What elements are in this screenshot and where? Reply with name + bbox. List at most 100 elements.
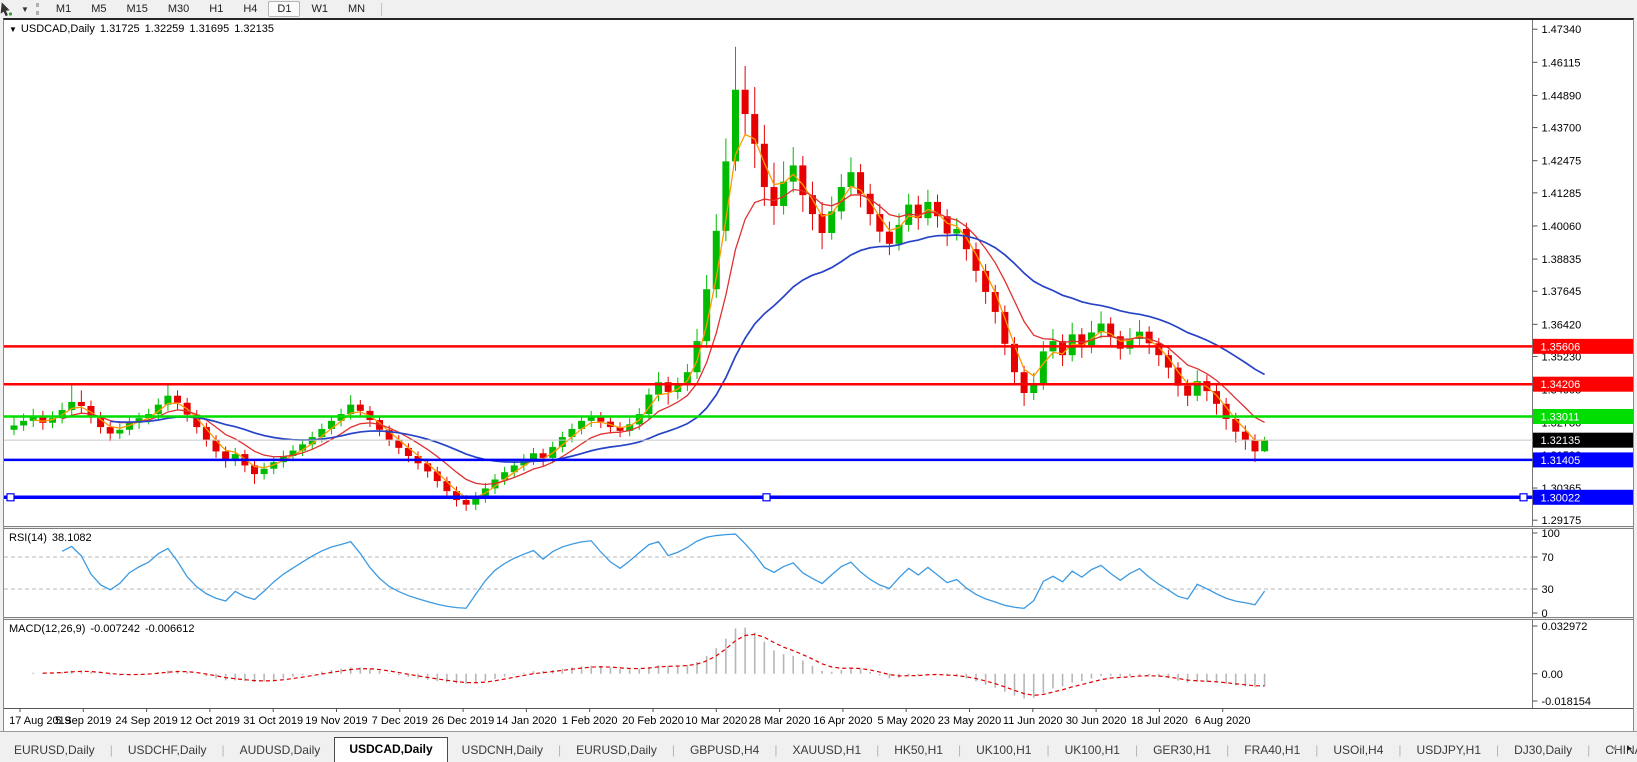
chart-tab-bar: EURUSD,Daily | USDCHF,Daily | AUDUSD,Daily US…	[0, 731, 1637, 762]
macd-pane[interactable]: MACD(12,26,9) -0.007242 -0.006612 0.032972…	[4, 620, 1633, 708]
date-tick: 11 Jun 2020	[1003, 715, 1063, 727]
rsi-label: RSI(14) 38.1082	[9, 532, 97, 544]
timeframe-button-h1[interactable]: H1	[200, 1, 232, 17]
date-tick: 31 Oct 2019	[243, 715, 303, 727]
date-axis-canvas: 17 Aug 20195 Sep 2019 24 Sep 2019 12 Oct 2…	[9, 709, 1251, 727]
macd-histogram	[32, 627, 1266, 699]
chart-tab-eurusd-daily[interactable]: EURUSD,Daily	[0, 740, 109, 762]
price-tick: 1.29175	[1542, 515, 1582, 526]
chart-tab-audusd-daily[interactable]: AUDUSD,Daily	[226, 740, 335, 762]
macd-canvas[interactable]: 0.032972 0.00 -0.018154	[4, 620, 1633, 708]
rsi-name: RSI(14)	[9, 532, 47, 544]
date-tick: 24 Sep 2019	[115, 715, 177, 727]
rsi-canvas[interactable]: 100 70 30 0	[4, 529, 1633, 617]
chart-title: ▼ USDCAD,Daily 1.31725 1.32259 1.31695 1.3213…	[9, 23, 279, 35]
scroll-tabs-left-icon[interactable]: ◂	[1611, 743, 1616, 754]
date-tick: 7 Dec 2019	[372, 715, 428, 727]
date-tick: 5 May 2020	[877, 715, 934, 727]
chart-tab-fra40-h1[interactable]: FRA40,H1	[1230, 740, 1314, 762]
price-tick: 1.44890	[1542, 90, 1582, 102]
price-tick: 1.43700	[1542, 123, 1582, 135]
macd-label: MACD(12,26,9) -0.007242 -0.006612	[9, 623, 200, 635]
chart-tab-usdcnh-daily[interactable]: USDCNH,Daily	[448, 740, 557, 762]
date-tick: 1 Feb 2020	[562, 715, 618, 727]
price-label: 1.30022	[1541, 492, 1581, 504]
timeframe-button-w1[interactable]: W1	[302, 1, 337, 17]
ohlc-low: 1.31695	[189, 23, 230, 35]
chart-tab-eurusd-daily[interactable]: EURUSD,Daily	[562, 740, 671, 762]
ohlc-open: 1.31725	[99, 23, 140, 35]
macd-tick: 0.00	[1542, 669, 1563, 681]
price-label: 1.34206	[1541, 379, 1581, 391]
price-tick: 1.38835	[1542, 254, 1582, 266]
timeframe-toolbar: ▼ M1 M5 M15 M30 H1 H4 D1 W1 MN	[0, 0, 1637, 18]
timeframe-button-m5[interactable]: M5	[82, 1, 115, 17]
price-label: 1.35606	[1541, 341, 1581, 353]
rsi-tick: 100	[1542, 529, 1560, 540]
macd-signal-value: -0.006612	[144, 623, 195, 635]
date-tick: 10 Mar 2020	[685, 715, 747, 727]
macd-signal-line	[42, 633, 1265, 696]
macd-tick: 0.032972	[1542, 621, 1588, 633]
date-tick: 14 Jan 2020	[496, 715, 557, 727]
chart-tab-hk50-h1[interactable]: HK50,H1	[880, 740, 957, 762]
hline-handle[interactable]	[6, 493, 15, 502]
chart-tab-uk100-h1[interactable]: UK100,H1	[962, 740, 1045, 762]
chart-tab-usoil-h4[interactable]: USOil,H4	[1319, 740, 1397, 762]
date-tick: 28 Mar 2020	[749, 715, 811, 727]
date-tick: 26 Dec 2019	[432, 715, 494, 727]
date-tick: 30 Jun 2020	[1066, 715, 1127, 727]
price-tick: 1.46115	[1542, 57, 1581, 69]
chart-tab-usdchf-daily[interactable]: USDCHF,Daily	[114, 740, 221, 762]
rsi-pane[interactable]: RSI(14) 38.1082 100 70 30 0	[4, 529, 1633, 617]
timeframe-buttons: M1 M5 M15 M30 H1 H4 D1 W1 MN	[46, 1, 375, 17]
timeframe-button-m15[interactable]: M15	[117, 1, 156, 17]
date-tick: 5 Sep 2019	[55, 715, 111, 727]
macd-main-value: -0.007242	[90, 623, 140, 635]
date-axis[interactable]: 17 Aug 2019 5 Sep 2019 24 Sep 2019 12 Oct 2…	[4, 708, 1633, 730]
symbol-title: USDCAD,Daily	[20, 23, 95, 35]
cursor-dropdown-caret-icon[interactable]: ▼	[21, 5, 29, 14]
date-tick: 20 Feb 2020	[622, 715, 684, 727]
price-tick: 1.40060	[1542, 221, 1582, 233]
macd-tick: -0.018154	[1542, 696, 1592, 708]
rsi-value: 38.1082	[51, 532, 92, 544]
date-tick: 18 Jul 2020	[1131, 715, 1188, 727]
date-tick: 6 Aug 2020	[1195, 715, 1251, 727]
timeframe-button-m1[interactable]: M1	[47, 1, 80, 17]
price-tick: 1.36420	[1542, 319, 1582, 331]
price-pane[interactable]: ▼ USDCAD,Daily 1.31725 1.32259 1.31695 1.3213…	[4, 20, 1633, 526]
macd-name: MACD(12,26,9)	[9, 623, 86, 635]
rsi-tick: 30	[1542, 584, 1554, 596]
hline-handle[interactable]	[762, 493, 771, 502]
hline-handle[interactable]	[1519, 493, 1528, 502]
timeframe-button-h4[interactable]: H4	[234, 1, 266, 17]
date-tick: 19 Nov 2019	[305, 715, 367, 727]
toolbar-grip[interactable]	[35, 3, 39, 15]
scroll-tabs-right-icon[interactable]: ▸	[1627, 743, 1632, 754]
price-chart-canvas[interactable]: 1.47340 1.46115 1.44890 1.43700 1.42475 1.412…	[4, 20, 1633, 526]
price-tick: 1.47340	[1542, 24, 1582, 36]
chart-tab-ger30-h1[interactable]: GER30,H1	[1139, 740, 1225, 762]
chart-window[interactable]: ▼ USDCAD,Daily 1.31725 1.32259 1.31695 1.3213…	[3, 18, 1634, 732]
date-tick: 16 Apr 2020	[813, 715, 872, 727]
date-tick: 23 May 2020	[938, 715, 1002, 727]
timeframe-button-mn[interactable]: MN	[339, 1, 374, 17]
cursor-tool-icon[interactable]	[0, 1, 20, 17]
ohlc-high: 1.32259	[144, 23, 185, 35]
timeframe-button-d1[interactable]: D1	[268, 1, 301, 17]
chart-tab-dj30-daily[interactable]: DJ30,Daily	[1500, 740, 1586, 762]
chart-tab-xauusd-h1[interactable]: XAUUSD,H1	[778, 740, 875, 762]
price-label: 1.31405	[1541, 455, 1581, 467]
chart-tab-gbpusd-h4[interactable]: GBPUSD,H4	[676, 740, 773, 762]
price-tick: 1.42475	[1542, 156, 1582, 168]
price-tick: 1.41285	[1542, 188, 1582, 200]
price-label: 1.33011	[1541, 412, 1580, 424]
symbol-dropdown-icon[interactable]: ▼	[9, 25, 17, 34]
price-label: 1.32135	[1541, 435, 1581, 447]
rsi-tick: 70	[1542, 552, 1554, 564]
chart-tab-uk100-h1[interactable]: UK100,H1	[1051, 740, 1134, 762]
chart-tab-usdcad-daily[interactable]: USDCAD,Daily	[334, 737, 448, 762]
chart-tab-usdjpy-h1[interactable]: USDJPY,H1	[1403, 740, 1495, 762]
timeframe-button-m30[interactable]: M30	[159, 1, 198, 17]
